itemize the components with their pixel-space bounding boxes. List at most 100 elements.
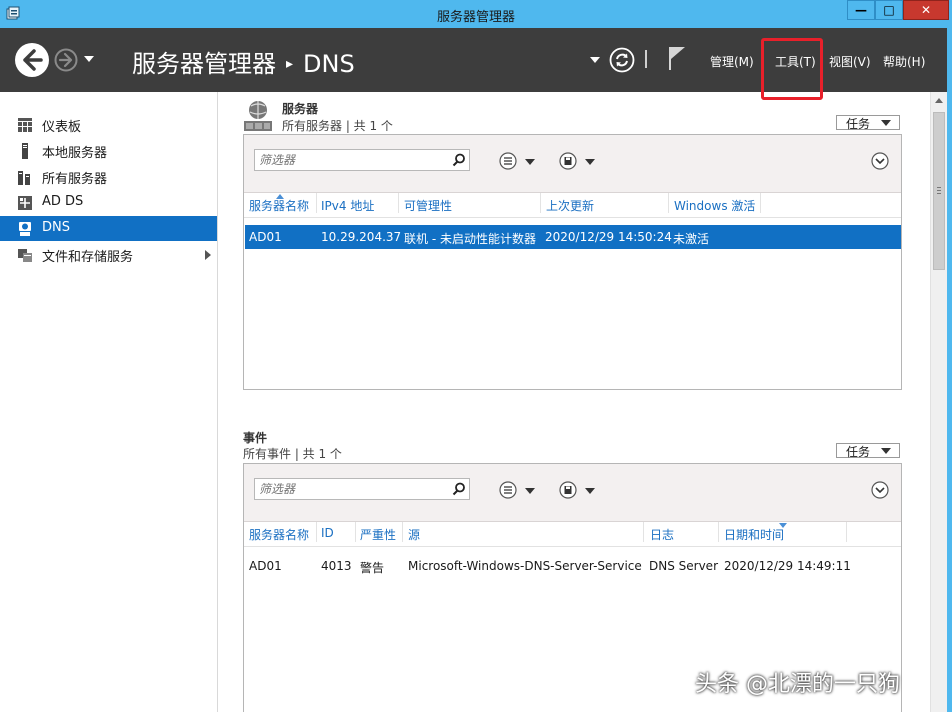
sidebar-item-all-servers[interactable]: 所有服务器: [0, 164, 217, 189]
column-severity[interactable]: 严重性: [360, 526, 396, 543]
cell-manageability: 联机 - 未启动性能计数器: [404, 232, 536, 246]
column-ipv4[interactable]: IPv4 地址: [321, 197, 374, 214]
sidebar-item-label: 文件和存储服务: [42, 250, 134, 265]
ad-ds-icon: [18, 196, 32, 210]
servers-section-icon: [244, 101, 272, 131]
servers-section-title: 服务器: [282, 102, 319, 116]
sidebar-item-label: 所有服务器: [42, 172, 108, 187]
column-log[interactable]: 日志: [650, 526, 674, 543]
chevron-down-icon[interactable]: [525, 488, 535, 494]
chevron-down-icon[interactable]: [83, 54, 95, 64]
events-section-subtitle: 所有事件 | 共 1 个: [243, 447, 342, 461]
chevron-down-icon: [881, 448, 891, 454]
servers-tasks-button[interactable]: 任务: [836, 115, 900, 131]
servers-filter-input[interactable]: [254, 149, 470, 171]
table-row[interactable]: AD01 10.29.204.37 联机 - 未启动性能计数器 2020/12/…: [245, 225, 901, 249]
back-arrow-icon[interactable]: [13, 41, 51, 79]
servers-toolbar: [244, 135, 901, 193]
window-title: 服务器管理器: [436, 10, 515, 25]
forward-arrow-icon[interactable]: [54, 48, 78, 72]
collapse-chevron-icon[interactable]: [871, 152, 889, 170]
column-manageability[interactable]: 可管理性: [404, 197, 452, 214]
cell-severity: 警告: [360, 561, 385, 575]
tasks-label: 任务: [846, 117, 871, 131]
servers-column-header: 服务器名称 IPv4 地址 可管理性 上次更新 Windows 激活: [244, 193, 901, 218]
breadcrumb-root[interactable]: 服务器管理器: [132, 50, 276, 78]
manage-menu[interactable]: 管理(M): [710, 53, 754, 70]
list-view-icon[interactable]: [499, 481, 517, 499]
minimize-icon: —: [855, 3, 867, 17]
breadcrumb-separator-icon: ▸: [286, 56, 294, 72]
tools-highlight-annotation: [761, 38, 823, 100]
sidebar: 仪表板 本地服务器 所有服务器 AD DS DNS 文件和存储服务: [0, 92, 218, 712]
column-divider: [760, 193, 761, 213]
table-row[interactable]: AD01 4013 警告 Microsoft-Windows-DNS-Serve…: [245, 554, 901, 578]
view-menu[interactable]: 视图(V): [829, 53, 871, 70]
save-query-icon[interactable]: [559, 481, 577, 499]
column-id[interactable]: ID: [321, 526, 334, 540]
grip-line: [937, 190, 941, 191]
events-tasks-button[interactable]: 任务: [836, 443, 900, 459]
column-divider: [316, 522, 317, 542]
cell-source: Microsoft-Windows-DNS-Server-Service: [408, 559, 642, 573]
sidebar-item-dashboard[interactable]: 仪表板: [0, 112, 217, 137]
file-storage-icon: [18, 249, 32, 262]
refresh-icon[interactable]: [609, 47, 635, 73]
grip-line: [937, 193, 941, 194]
events-filter-input[interactable]: [254, 478, 470, 500]
minimize-button[interactable]: —: [847, 0, 875, 20]
column-server-name[interactable]: 服务器名称: [249, 526, 309, 543]
chevron-down-icon[interactable]: [585, 159, 595, 165]
column-divider: [668, 193, 669, 213]
sidebar-item-dns[interactable]: DNS: [0, 216, 217, 241]
maximize-icon: □: [883, 3, 895, 17]
notification-flag-icon[interactable]: [667, 45, 687, 71]
events-section-title: 事件: [243, 431, 268, 445]
cell-id: 4013: [321, 559, 352, 573]
column-date-time[interactable]: 日期和时间: [724, 526, 784, 543]
column-last-update[interactable]: 上次更新: [546, 197, 594, 214]
column-divider: [643, 522, 644, 542]
cell-server-name: AD01: [249, 230, 282, 244]
close-button[interactable]: ✕: [903, 0, 949, 20]
cell-ipv4: 10.29.204.37: [321, 230, 402, 244]
column-divider: [718, 522, 719, 542]
servers-section-subtitle: 所有服务器 | 共 1 个: [282, 119, 393, 133]
sidebar-item-label: 仪表板: [42, 120, 82, 135]
column-divider: [355, 522, 356, 542]
column-server-name[interactable]: 服务器名称: [249, 197, 309, 214]
chevron-down-icon[interactable]: [585, 488, 595, 494]
expand-arrow-icon[interactable]: [205, 250, 211, 260]
column-windows-activation[interactable]: Windows 激活: [674, 197, 755, 214]
main-content: 服务器 所有服务器 | 共 1 个 任务 筛选器 服务器名称 IPv4 地址 可…: [219, 92, 930, 712]
dns-icon: [19, 222, 31, 236]
search-icon[interactable]: [452, 153, 466, 167]
search-icon[interactable]: [452, 482, 466, 496]
sidebar-item-label: 本地服务器: [42, 146, 108, 161]
vertical-scrollbar[interactable]: [930, 92, 947, 712]
maximize-button[interactable]: □: [875, 0, 903, 20]
scroll-up-icon[interactable]: [935, 98, 943, 103]
cell-server-name: AD01: [249, 559, 282, 573]
save-query-icon[interactable]: [559, 152, 577, 170]
list-view-icon[interactable]: [499, 152, 517, 170]
breadcrumb-current: DNS: [303, 50, 355, 78]
sidebar-item-local-server[interactable]: 本地服务器: [0, 138, 217, 163]
window-border: [947, 28, 952, 712]
sidebar-item-file-storage[interactable]: 文件和存储服务: [0, 242, 217, 267]
chevron-down-icon[interactable]: [525, 159, 535, 165]
tasks-label: 任务: [846, 445, 871, 459]
column-source[interactable]: 源: [408, 526, 420, 543]
collapse-chevron-icon[interactable]: [871, 481, 889, 499]
breadcrumb: 服务器管理器 ▸ DNS: [132, 44, 355, 79]
sidebar-item-label: AD DS: [42, 194, 84, 209]
server-icon: [22, 143, 28, 159]
column-divider: [540, 193, 541, 213]
grip-line: [937, 187, 941, 188]
cell-last-update: 2020/12/29 14:50:24: [545, 230, 672, 244]
sidebar-item-ad-ds[interactable]: AD DS: [0, 190, 217, 215]
chevron-down-icon: [881, 120, 891, 126]
help-menu[interactable]: 帮助(H): [883, 53, 925, 70]
scrollbar-thumb[interactable]: [933, 112, 945, 270]
chevron-down-icon[interactable]: [590, 56, 600, 64]
